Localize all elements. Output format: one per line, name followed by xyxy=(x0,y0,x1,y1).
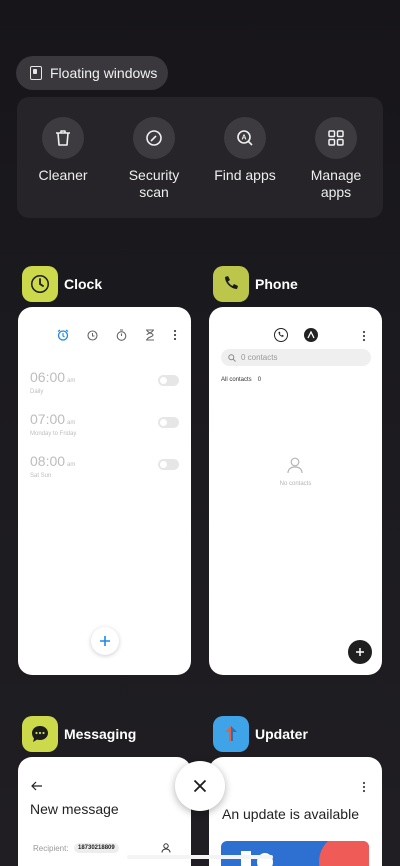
alarm-ampm: am xyxy=(67,462,76,468)
alarm-row[interactable]: 08:00 am Sat Sun xyxy=(30,453,179,489)
alarm-time: 07:00 xyxy=(30,411,66,427)
messaging-app-icon xyxy=(22,716,58,752)
plus-icon xyxy=(100,636,110,646)
quick-tools-panel: Cleaner Security scan A Find apps Manage… xyxy=(17,97,383,218)
add-alarm-button[interactable] xyxy=(91,627,119,655)
security-scan-button[interactable]: Security scan xyxy=(109,117,199,201)
alarm-ampm: am xyxy=(67,420,76,426)
alarm-ampm: am xyxy=(67,378,76,384)
messaging-app-name: Messaging xyxy=(64,726,137,742)
search-icon xyxy=(228,353,236,362)
update-message: An update is available xyxy=(222,806,359,822)
clock-app-card[interactable]: 06:00 am Daily 07:00 am Monday to Friday 0… xyxy=(18,307,191,675)
back-arrow-icon[interactable] xyxy=(31,781,43,791)
search-placeholder: 0 contacts xyxy=(241,353,278,362)
floating-windows-label: Floating windows xyxy=(50,65,158,81)
floating-windows-button[interactable]: Floating windows xyxy=(16,56,168,90)
recipient-chip[interactable]: 18730218809 xyxy=(74,843,119,853)
recipient-value: 18730218809 xyxy=(78,845,115,851)
update-banner xyxy=(221,841,369,866)
update-arrow-icon xyxy=(225,726,237,741)
alarm-repeat: Monday to Friday xyxy=(30,431,77,437)
messaging-app-card[interactable]: New message Recipient: 18730218809 xyxy=(18,757,191,866)
manage-apps-button[interactable]: Manage apps xyxy=(291,117,381,201)
clock-tabs xyxy=(57,329,177,341)
timer-icon[interactable] xyxy=(145,329,155,341)
all-contacts-row[interactable]: All contacts 0 xyxy=(221,377,261,383)
security-scan-label: Security scan xyxy=(128,167,180,200)
person-icon xyxy=(287,457,303,474)
empty-contacts-label: No contacts xyxy=(279,481,312,487)
updater-app-name: Updater xyxy=(255,726,308,742)
new-message-title: New message xyxy=(30,801,119,817)
more-options-icon[interactable] xyxy=(362,330,366,342)
updater-app-icon xyxy=(213,716,249,752)
updater-app-card[interactable]: An update is available xyxy=(209,757,382,866)
clock-app-header[interactable]: Clock xyxy=(22,266,102,302)
contacts-tab[interactable] xyxy=(304,328,318,342)
alarm-time: 06:00 xyxy=(30,369,66,385)
find-apps-icon: A xyxy=(237,130,253,146)
alarm-repeat: Daily xyxy=(30,389,44,395)
world-clock-icon[interactable] xyxy=(87,329,98,341)
manage-apps-label: Manage apps xyxy=(310,167,362,200)
alarm-toggle[interactable] xyxy=(158,459,179,470)
floating-window-icon xyxy=(30,66,42,80)
security-icon xyxy=(146,130,162,146)
updater-app-header[interactable]: Updater xyxy=(213,716,308,752)
phone-app-header[interactable]: Phone xyxy=(213,266,298,302)
alarm-time: 08:00 xyxy=(30,453,66,469)
all-contacts-label: All contacts xyxy=(221,377,252,383)
dialpad-tab[interactable] xyxy=(274,328,288,342)
more-options-icon[interactable] xyxy=(362,781,366,793)
clock-icon xyxy=(31,275,49,293)
find-apps-button[interactable]: A Find apps xyxy=(200,117,290,184)
cleaner-label: Cleaner xyxy=(38,167,88,183)
clock-app-icon xyxy=(22,266,58,302)
home-indicator[interactable] xyxy=(127,855,273,859)
contacts-icon xyxy=(307,331,315,339)
stopwatch-icon[interactable] xyxy=(116,329,127,341)
messaging-app-header[interactable]: Messaging xyxy=(22,716,136,752)
alarm-toggle[interactable] xyxy=(158,417,179,428)
alarm-icon[interactable] xyxy=(57,329,69,341)
contacts-search-field[interactable]: 0 contacts xyxy=(221,349,371,366)
phone-icon xyxy=(225,276,238,289)
find-apps-label: Find apps xyxy=(214,167,276,183)
svg-text:A: A xyxy=(241,135,246,142)
alarm-row[interactable]: 06:00 am Daily xyxy=(30,369,179,405)
phone-app-card[interactable]: 0 contacts All contacts 0 No contacts xyxy=(209,307,382,675)
phone-app-name: Phone xyxy=(255,276,298,292)
recipient-label: Recipient: xyxy=(33,844,69,853)
clock-app-name: Clock xyxy=(64,276,103,292)
close-icon xyxy=(193,779,207,793)
message-icon xyxy=(32,726,48,742)
cleaner-button[interactable]: Cleaner xyxy=(18,117,108,184)
trash-icon xyxy=(56,130,70,146)
close-all-button[interactable] xyxy=(175,761,225,811)
phone-small-icon xyxy=(278,331,284,337)
add-contact-icon[interactable] xyxy=(161,843,171,853)
alarm-toggle[interactable] xyxy=(158,375,179,386)
alarm-repeat: Sat Sun xyxy=(30,473,52,479)
add-contact-button[interactable] xyxy=(348,640,372,664)
alarm-row[interactable]: 07:00 am Monday to Friday xyxy=(30,411,179,447)
plus-icon xyxy=(356,648,364,656)
more-options-icon[interactable] xyxy=(173,329,177,341)
grid-icon xyxy=(328,130,344,146)
all-contacts-count: 0 xyxy=(257,377,262,383)
phone-app-icon xyxy=(213,266,249,302)
